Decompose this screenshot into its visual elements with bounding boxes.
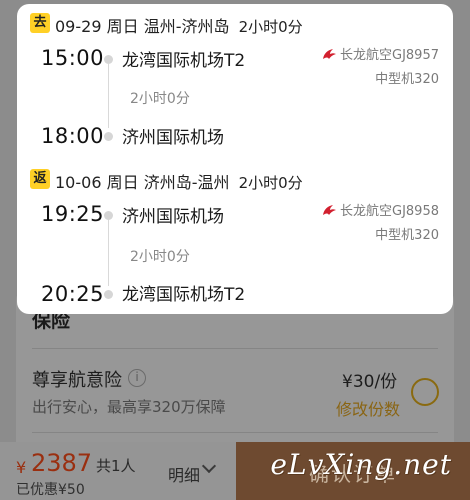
leg-weekday: 周日	[106, 173, 139, 192]
timeline-dot	[104, 132, 113, 141]
depart-airport: 济州国际机场	[122, 207, 224, 227]
arrive-time: 20:25	[41, 282, 105, 306]
discount-text: 已优惠¥50	[16, 482, 85, 498]
airline-info: 长龙航空GJ8958	[321, 200, 439, 219]
return-header: 10-06 周日 济州岛-温州 2小时0分	[55, 169, 303, 193]
flight-duration: 2小时0分	[130, 249, 190, 265]
timeline-dot	[104, 290, 113, 299]
flight-detail-card: 去 09-29 周日 温州-济州岛 2小时0分 15:00 龙湾国际机场T2 长…	[17, 4, 453, 314]
airline-flight-number: 长龙航空GJ8958	[340, 204, 439, 219]
airline-flight-number: 长龙航空GJ8957	[340, 48, 439, 63]
passenger-count: 共1人	[96, 457, 136, 475]
leg-duration: 2小时0分	[238, 18, 303, 36]
airline-logo-icon	[323, 205, 336, 215]
leg-route: 济州岛-温州	[143, 173, 230, 192]
timeline-dot	[104, 211, 113, 220]
price-detail-button[interactable]: 明细	[168, 462, 200, 486]
leg-date: 09-29	[55, 17, 102, 36]
insurance-description: 出行安心，最高享320万保障	[32, 398, 226, 416]
timeline-line	[108, 220, 109, 286]
depart-time: 19:25	[41, 202, 105, 226]
leg-date: 10-06	[55, 173, 102, 192]
timeline-dot	[104, 55, 113, 64]
leg-duration: 2小时0分	[238, 174, 303, 192]
arrive-airport: 济州国际机场	[122, 128, 224, 148]
depart-airport: 龙湾国际机场T2	[122, 51, 246, 71]
arrive-time: 18:00	[41, 124, 105, 148]
divider	[32, 432, 438, 433]
airline-info: 长龙航空GJ8957	[321, 44, 439, 63]
info-icon[interactable]: i	[128, 369, 146, 387]
arrive-airport: 龙湾国际机场T2	[122, 285, 246, 305]
total-price: 2387	[31, 449, 93, 477]
timeline-line	[108, 64, 109, 128]
return-badge: 返	[30, 169, 50, 189]
aircraft-type: 中型机320	[375, 228, 439, 243]
insurance-select-radio[interactable]	[411, 378, 439, 406]
flight-duration: 2小时0分	[130, 91, 190, 107]
leg-weekday: 周日	[106, 17, 139, 36]
price-currency: ¥	[16, 458, 27, 477]
modify-quantity-link[interactable]: 修改份数	[336, 396, 400, 420]
insurance-name: 尊享航意险	[32, 370, 122, 391]
outbound-header: 09-29 周日 温州-济州岛 2小时0分	[55, 13, 303, 37]
outbound-badge: 去	[30, 13, 50, 33]
leg-route: 温州-济州岛	[143, 17, 230, 36]
depart-time: 15:00	[41, 46, 105, 70]
watermark: eLvXing.net	[270, 448, 452, 481]
airline-logo-icon	[323, 49, 336, 59]
divider	[32, 348, 438, 349]
aircraft-type: 中型机320	[375, 72, 439, 87]
insurance-price: ¥30/份	[342, 372, 398, 392]
